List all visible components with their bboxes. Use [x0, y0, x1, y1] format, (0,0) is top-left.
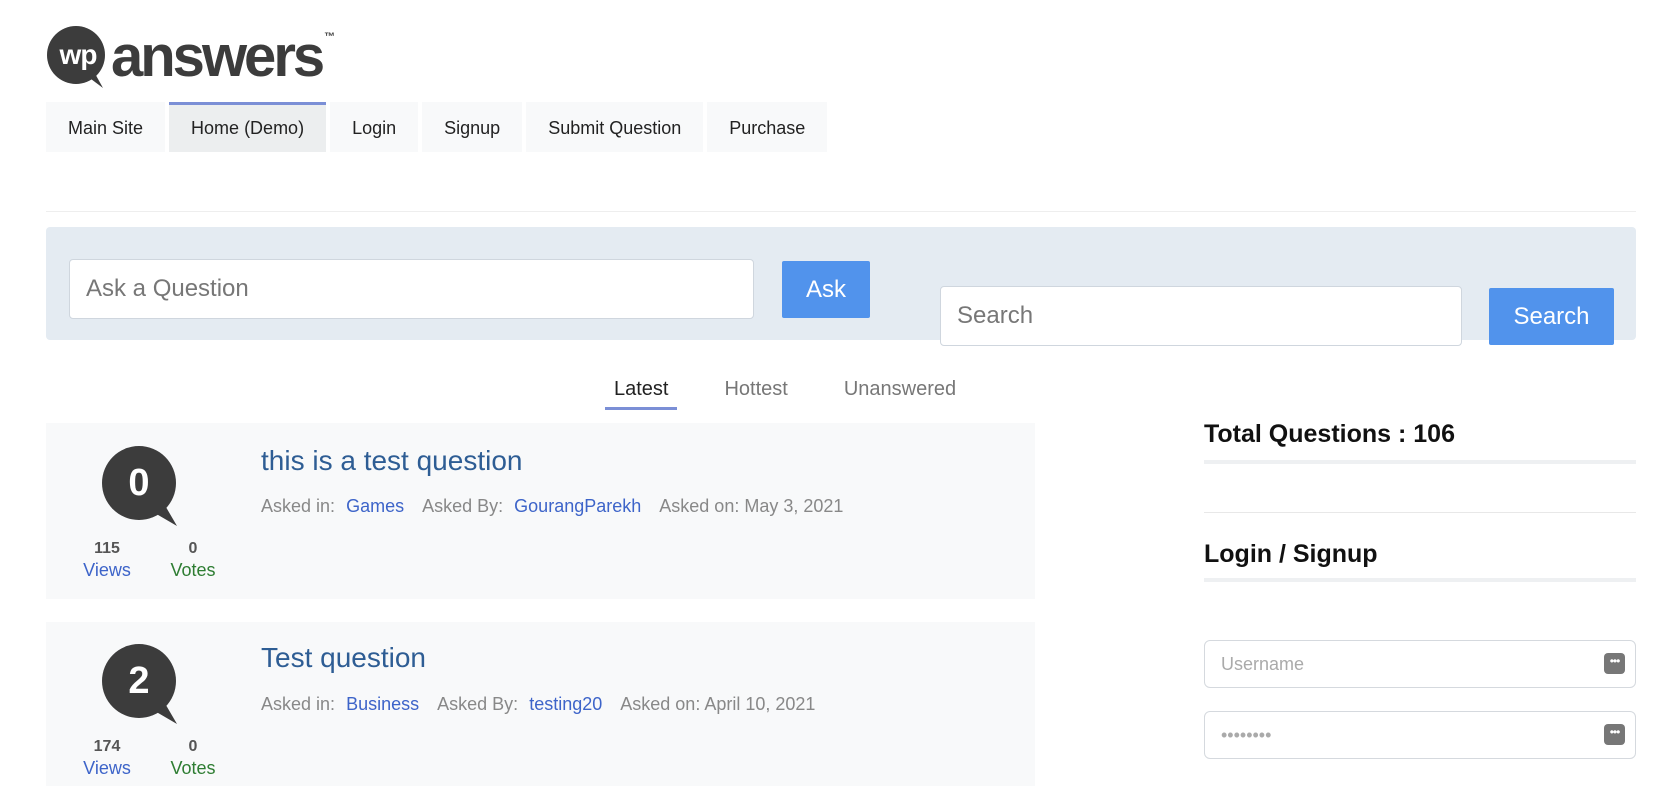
total-questions-underline — [1204, 460, 1636, 464]
logo-wordmark: answers — [111, 24, 325, 89]
asked-on-date: Asked on: May 3, 2021 — [659, 496, 844, 516]
votes-count: 0 — [188, 540, 198, 557]
tab-unanswered[interactable]: Unanswered — [835, 376, 965, 410]
nav-home-demo[interactable]: Home (Demo) — [169, 102, 327, 152]
password-manager-icon[interactable]: ••• — [1604, 653, 1625, 674]
asked-in-label: Asked in: — [261, 496, 336, 516]
views-stat: 174 Views — [77, 737, 137, 779]
votes-stat: 0 Votes — [163, 539, 223, 581]
category-link[interactable]: Business — [346, 694, 419, 714]
login-signup-underline — [1204, 578, 1636, 582]
search-input[interactable]: Search — [940, 286, 1462, 346]
password-placeholder: •••••••• — [1221, 725, 1272, 745]
answer-count-bubble: 2 — [101, 644, 177, 724]
search-button[interactable]: Search — [1489, 288, 1614, 345]
views-stat: 115 Views — [77, 539, 137, 581]
username-field[interactable]: Username ••• — [1204, 640, 1636, 688]
asked-by-label: Asked By: — [437, 694, 519, 714]
question-card: 2 174 Views 0 Votes Test question Asked … — [46, 622, 1035, 786]
asked-by-label: Asked By: — [422, 496, 504, 516]
nav-submit-question[interactable]: Submit Question — [526, 102, 704, 152]
total-questions-heading: Total Questions : 106 — [1204, 420, 1455, 448]
question-title[interactable]: this is a test question — [261, 445, 522, 477]
main-nav: Main Site Home (Demo) Login Signup Submi… — [46, 102, 831, 152]
tab-latest[interactable]: Latest — [605, 376, 678, 410]
nav-signup[interactable]: Signup — [422, 102, 523, 152]
votes-label: Votes — [170, 758, 216, 778]
asked-in-label: Asked in: — [261, 694, 336, 714]
views-count: 174 — [93, 738, 121, 755]
votes-count: 0 — [188, 738, 198, 755]
username-placeholder: Username — [1221, 654, 1305, 674]
category-link[interactable]: Games — [346, 496, 404, 516]
answer-count: 2 — [128, 660, 150, 702]
ask-question-input[interactable]: Ask a Question — [69, 259, 754, 319]
login-signup-heading: Login / Signup — [1204, 540, 1378, 568]
votes-label: Votes — [170, 560, 216, 580]
password-field[interactable]: •••••••• ••• — [1204, 711, 1636, 759]
nav-login[interactable]: Login — [330, 102, 419, 152]
question-title[interactable]: Test question — [261, 642, 426, 674]
asked-on-date: Asked on: April 10, 2021 — [620, 694, 816, 714]
question-meta: Asked in: Business Asked By: testing20 A… — [261, 694, 815, 715]
sidebar-divider — [1204, 512, 1636, 513]
answer-count-bubble: 0 — [101, 446, 177, 526]
author-link[interactable]: GourangParekh — [514, 496, 641, 516]
header-divider — [46, 211, 1636, 212]
views-count: 115 — [94, 540, 120, 557]
logo-badge: wp — [47, 26, 109, 88]
views-label: Views — [83, 758, 131, 778]
site-logo[interactable]: wp answers ™ — [47, 26, 335, 88]
nav-main-site[interactable]: Main Site — [46, 102, 166, 152]
question-meta: Asked in: Games Asked By: GourangParekh … — [261, 496, 843, 517]
tab-hottest[interactable]: Hottest — [715, 376, 796, 410]
views-label: Views — [83, 560, 131, 580]
logo-badge-text: wp — [59, 39, 98, 70]
logo-trademark: ™ — [324, 31, 336, 43]
question-tabs: Latest Hottest Unanswered — [605, 376, 1003, 410]
password-manager-icon[interactable]: ••• — [1604, 724, 1625, 745]
ask-button[interactable]: Ask — [782, 261, 870, 318]
question-card: 0 115 Views 0 Votes this is a test quest… — [46, 423, 1035, 599]
nav-purchase[interactable]: Purchase — [707, 102, 828, 152]
author-link[interactable]: testing20 — [529, 694, 602, 714]
answer-count: 0 — [128, 462, 150, 504]
votes-stat: 0 Votes — [163, 737, 223, 779]
